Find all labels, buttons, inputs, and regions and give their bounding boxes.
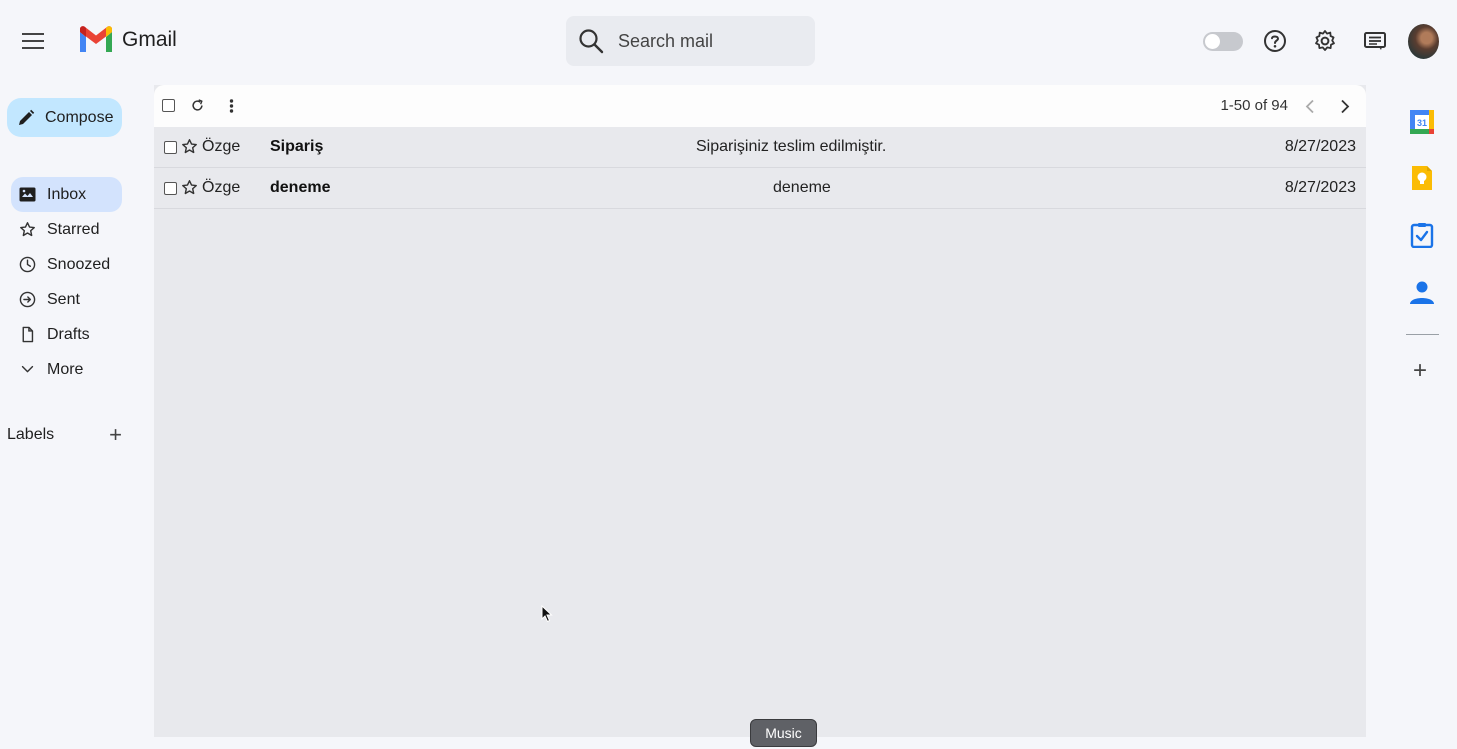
gmail-logo[interactable]: Gmail	[78, 26, 177, 53]
tasks-icon	[1410, 223, 1434, 248]
email-snippet: deneme	[773, 179, 831, 196]
settings-button[interactable]	[1312, 28, 1338, 54]
email-snippet: Siparişiniz teslim edilmiştir.	[696, 138, 887, 155]
email-row[interactable]: Özge deneme deneme 8/27/2023	[154, 168, 1366, 209]
music-tooltip: Music	[750, 719, 817, 747]
email-select-checkbox[interactable]	[164, 141, 177, 154]
sidebar-item-sent[interactable]: Sent	[11, 282, 122, 317]
hamburger-menu-icon	[22, 33, 44, 49]
search-icon[interactable]	[578, 28, 604, 54]
toggle-knob	[1205, 34, 1220, 49]
sidebar-item-snoozed[interactable]: Snoozed	[11, 247, 122, 282]
email-sender: Özge	[202, 179, 241, 196]
support-chat-button[interactable]	[1362, 28, 1388, 54]
sidebar-item-more[interactable]: More	[11, 352, 122, 387]
search-bar[interactable]	[566, 16, 815, 66]
chevron-right-icon	[1341, 99, 1350, 114]
select-all-checkbox[interactable]	[162, 99, 175, 112]
sidebar-item-starred[interactable]: Starred	[11, 212, 122, 247]
email-star-button[interactable]	[181, 138, 198, 155]
get-addons-button[interactable]: +	[1413, 357, 1427, 385]
keep-app-button[interactable]	[1409, 165, 1435, 191]
inbox-icon	[19, 187, 36, 202]
tasks-app-button[interactable]	[1409, 222, 1435, 248]
star-icon	[182, 180, 197, 195]
labels-heading: Labels	[7, 426, 55, 443]
labels-section: Labels +	[7, 424, 125, 446]
mail-toolbar: 1-50 of 94	[154, 85, 1366, 127]
draft-icon	[22, 326, 34, 343]
more-vertical-icon	[229, 99, 234, 113]
sidebar-item-label: Sent	[47, 290, 80, 308]
account-avatar[interactable]	[1408, 24, 1439, 59]
email-date: 8/27/2023	[1284, 179, 1356, 196]
sidebar-item-inbox[interactable]: Inbox	[11, 177, 122, 212]
email-subject: Sipariş	[270, 138, 324, 155]
contacts-person-icon	[1410, 281, 1434, 304]
email-date: 8/27/2023	[1284, 138, 1356, 155]
mouse-cursor-icon	[541, 605, 553, 623]
keep-bulb-icon	[1412, 166, 1432, 190]
sent-icon	[19, 291, 36, 308]
star-icon	[20, 222, 35, 237]
search-input[interactable]	[618, 30, 798, 52]
chevron-left-icon	[1305, 99, 1314, 114]
mail-list-panel: 1-50 of 94 Özge Sipariş Siparişiniz tesl…	[154, 85, 1366, 737]
side-panel-divider	[1406, 334, 1439, 335]
compose-button[interactable]: Compose	[7, 98, 122, 137]
refresh-button[interactable]	[190, 98, 205, 113]
chevron-down-icon	[21, 365, 34, 373]
app-header: Gmail	[0, 0, 1457, 84]
newer-page-button[interactable]	[1305, 99, 1315, 114]
pencil-icon	[19, 109, 35, 125]
help-icon	[1264, 30, 1286, 52]
gear-icon	[1315, 30, 1335, 51]
chat-icon	[1364, 32, 1386, 50]
compose-label: Compose	[45, 108, 114, 126]
email-sender: Özge	[202, 138, 241, 155]
clock-icon	[19, 256, 36, 273]
status-toggle[interactable]	[1203, 32, 1243, 51]
sidebar-item-label: More	[47, 360, 84, 378]
sidebar-item-label: Inbox	[47, 185, 87, 203]
calendar-app-button[interactable]: 31	[1409, 109, 1435, 135]
email-subject: deneme	[270, 179, 331, 196]
email-star-button[interactable]	[181, 179, 198, 196]
add-label-button[interactable]: +	[109, 424, 125, 446]
calendar-icon: 31	[1410, 110, 1434, 134]
sidebar-item-label: Starred	[47, 220, 100, 238]
email-row[interactable]: Özge Sipariş Siparişiniz teslim edilmişt…	[154, 127, 1366, 168]
email-select-checkbox[interactable]	[164, 182, 177, 195]
pagination-count: 1-50 of 94	[1220, 97, 1288, 114]
older-page-button[interactable]	[1340, 99, 1350, 114]
app-name: Gmail	[122, 27, 177, 51]
more-options-button[interactable]	[229, 99, 234, 113]
star-icon	[182, 139, 197, 154]
help-button[interactable]	[1262, 28, 1288, 54]
refresh-icon	[192, 99, 203, 111]
gmail-m-icon	[80, 26, 112, 52]
sidebar-item-label: Drafts	[47, 325, 90, 343]
sidebar-item-label: Snoozed	[47, 255, 111, 273]
sidebar-item-drafts[interactable]: Drafts	[11, 317, 122, 352]
main-menu-button[interactable]	[18, 26, 48, 56]
sidebar-nav: Inbox Starred Snoozed Sent Drafts More	[11, 177, 122, 387]
calendar-day-number: 31	[1417, 118, 1427, 128]
contacts-app-button[interactable]	[1409, 279, 1435, 305]
